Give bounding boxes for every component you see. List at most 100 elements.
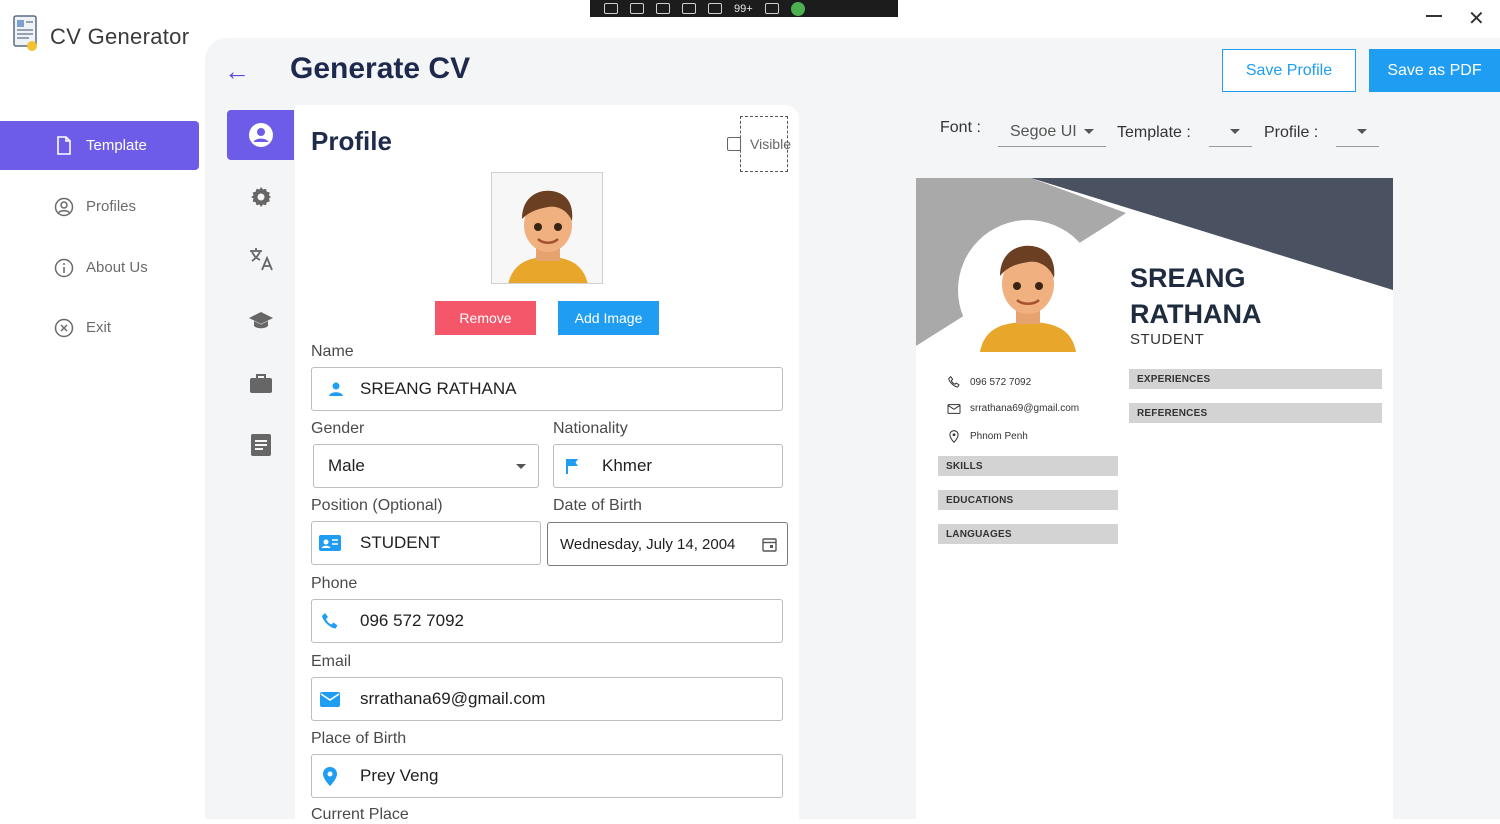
save-pdf-button[interactable]: Save as PDF — [1369, 49, 1500, 92]
remove-image-button[interactable]: Remove — [435, 301, 536, 335]
person-icon — [312, 381, 360, 397]
nationality-field[interactable]: Khmer — [553, 444, 783, 488]
email-label: Email — [311, 653, 352, 670]
email-field[interactable]: srrathana69@gmail.com — [311, 677, 783, 721]
gender-select[interactable]: Male — [313, 444, 539, 488]
cv-preview: SREANG RATHANA STUDENT 096 572 7092 srra… — [916, 178, 1393, 819]
tab-education[interactable] — [227, 296, 294, 346]
check-icon[interactable] — [790, 1, 805, 16]
profile-icon — [248, 123, 273, 147]
mail-icon — [946, 403, 962, 414]
cv-section-educations: EDUCATIONS — [938, 490, 1118, 510]
section-title: Profile — [311, 126, 392, 156]
app-title: CV Generator — [50, 24, 190, 49]
cv-phone-text: 096 572 7092 — [970, 376, 1032, 388]
nav-item-about-us[interactable]: About Us — [0, 243, 199, 292]
font-value: Segoe UI — [1010, 122, 1077, 140]
window-icon[interactable] — [630, 3, 644, 14]
capture-icon[interactable] — [604, 3, 618, 14]
gender-label: Gender — [311, 420, 365, 437]
translate-icon — [249, 248, 273, 271]
name-label: Name — [311, 343, 354, 360]
tab-experience[interactable] — [227, 358, 294, 408]
cv-address: Phnom Penh — [946, 430, 1028, 443]
notes-icon — [250, 434, 271, 456]
phone-icon — [946, 376, 962, 388]
template-label: Template : — [1117, 124, 1191, 141]
font-label: Font : — [940, 119, 981, 136]
tab-profile[interactable] — [227, 110, 294, 160]
mail-icon — [312, 691, 348, 707]
accessibility-icon[interactable] — [764, 3, 779, 14]
position-field[interactable]: STUDENT — [311, 521, 541, 565]
template-select[interactable] — [1209, 117, 1252, 147]
cv-role: STUDENT — [1130, 331, 1205, 348]
tab-settings[interactable] — [227, 172, 294, 222]
visible-label: Visible — [750, 136, 791, 152]
dob-picker[interactable]: Wednesday, July 14, 2004 — [547, 522, 788, 566]
phone-field[interactable]: 096 572 7092 — [311, 599, 783, 643]
education-icon — [248, 312, 273, 329]
settings-icon — [250, 187, 271, 207]
user-circle-icon — [54, 197, 74, 217]
nav-item-label: Profiles — [86, 198, 137, 215]
cv-name-line-1: SREANG — [1130, 263, 1246, 293]
calendar-icon[interactable] — [762, 537, 777, 552]
cv-section-languages: LANGUAGES — [938, 524, 1118, 544]
nav-item-template[interactable]: Template — [0, 121, 199, 170]
profile-label: Profile : — [1264, 124, 1319, 141]
name-field[interactable]: SREANG RATHANA — [311, 367, 783, 411]
place-of-birth-field[interactable]: Prey Veng — [311, 754, 783, 798]
cv-address-text: Phnom Penh — [970, 431, 1028, 442]
phone-value: 096 572 7092 — [360, 611, 464, 630]
close-circle-icon — [54, 318, 74, 338]
profile-photo — [491, 172, 603, 284]
pointer-icon[interactable] — [656, 3, 670, 14]
gender-value: Male — [328, 456, 365, 475]
save-profile-button[interactable]: Save Profile — [1222, 49, 1356, 92]
nav-item-profiles[interactable]: Profiles — [0, 182, 199, 231]
nav-item-label: Exit — [86, 319, 112, 336]
minimize-button[interactable] — [1426, 15, 1442, 17]
name-value: SREANG RATHANA — [360, 379, 517, 398]
dob-value: Wednesday, July 14, 2004 — [560, 535, 736, 553]
position-label: Position (Optional) — [311, 497, 443, 514]
screen-recorder-toolbar: 99+ — [590, 0, 898, 17]
tab-notes[interactable] — [227, 420, 294, 470]
region-icon[interactable] — [682, 3, 696, 14]
dob-label: Date of Birth — [553, 497, 642, 514]
profile-select[interactable] — [1336, 117, 1379, 147]
close-window-button[interactable]: ✕ — [1468, 6, 1485, 31]
tab-languages[interactable] — [227, 234, 294, 284]
info-icon — [54, 258, 74, 278]
cursor-icon[interactable] — [708, 3, 722, 14]
back-arrow-icon[interactable]: ← — [224, 56, 250, 87]
place-of-birth-label: Place of Birth — [311, 730, 407, 747]
nationality-label: Nationality — [553, 420, 628, 437]
nav-item-exit[interactable]: Exit — [0, 303, 199, 352]
place-of-birth-value: Prey Veng — [360, 766, 439, 785]
visible-checkbox[interactable] — [727, 137, 741, 151]
briefcase-icon — [249, 374, 272, 393]
location-pin-icon — [946, 430, 962, 443]
flag-icon — [554, 458, 590, 474]
cv-section-experiences: EXPERIENCES — [1129, 369, 1382, 389]
chevron-down-icon — [516, 463, 526, 469]
page-title: Generate CV — [290, 52, 471, 85]
id-card-icon — [312, 535, 348, 551]
location-pin-icon — [312, 766, 348, 786]
chevron-down-icon — [1084, 129, 1094, 134]
position-value: STUDENT — [360, 533, 441, 552]
cv-section-references: REFERENCES — [1129, 403, 1382, 423]
avatar-image — [492, 173, 602, 283]
cv-email-text: srrathana69@gmail.com — [970, 403, 1080, 414]
nav-item-label: About Us — [86, 259, 148, 276]
cv-name-line-2: RATHANA — [1130, 299, 1262, 329]
chevron-down-icon — [1230, 129, 1240, 134]
nav-item-label: Template — [86, 137, 147, 154]
cv-email: srrathana69@gmail.com — [946, 403, 1079, 414]
email-value: srrathana69@gmail.com — [360, 689, 546, 708]
font-select[interactable]: Segoe UI — [998, 117, 1106, 147]
phone-label: Phone — [311, 575, 358, 592]
add-image-button[interactable]: Add Image — [558, 301, 659, 335]
